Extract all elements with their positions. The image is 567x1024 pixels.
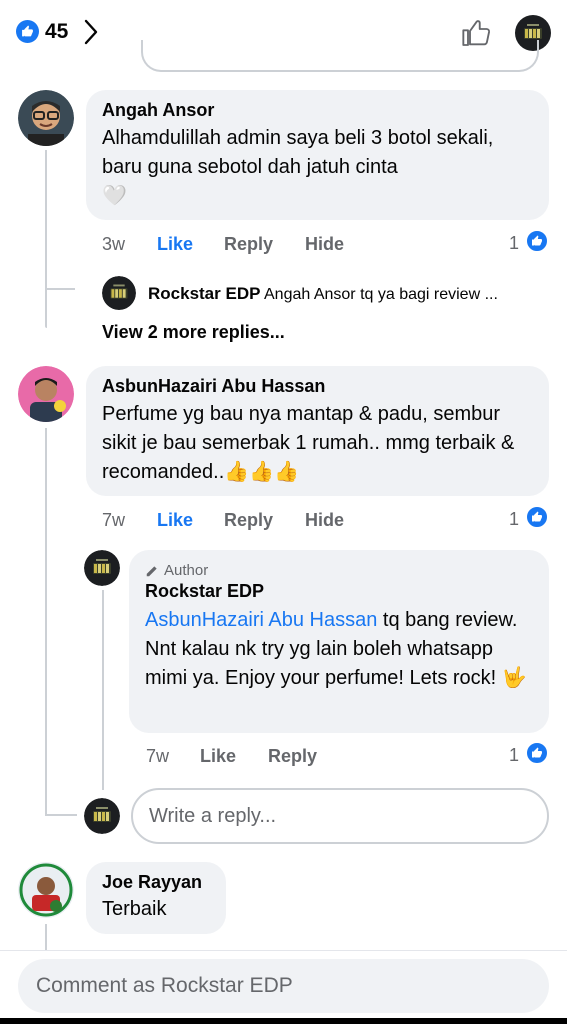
comment-input[interactable]: Comment as Rockstar EDP xyxy=(18,959,549,1013)
hide-button[interactable]: Hide xyxy=(305,234,344,255)
comment-bubble: Angah Ansor Alhamdulillah admin saya bel… xyxy=(86,90,549,220)
like-reaction-icon[interactable] xyxy=(525,229,549,253)
view-more-replies-link[interactable]: View 2 more replies... xyxy=(102,322,285,343)
hide-button[interactable]: Hide xyxy=(305,510,344,531)
avatar[interactable] xyxy=(18,862,74,918)
comment-text: Alhamdulillah admin saya beli 3 botol se… xyxy=(102,127,494,207)
comment-bubble: Joe Rayyan Terbaik xyxy=(86,862,226,934)
comment-time[interactable]: 7w xyxy=(102,510,125,531)
reaction-count[interactable]: 1 xyxy=(509,509,519,530)
avatar[interactable] xyxy=(18,90,74,146)
comment-text: Terbaik xyxy=(102,898,167,920)
reply-input[interactable]: Write a reply... xyxy=(131,788,549,844)
avatar xyxy=(84,798,120,834)
like-reaction-icon xyxy=(16,20,39,43)
comment-time[interactable]: 3w xyxy=(102,234,125,255)
thread-line xyxy=(45,150,47,290)
comment-text: Perfume yg bau nya mantap & padu, sembur… xyxy=(102,403,515,483)
reply-button[interactable]: Reply xyxy=(224,510,273,531)
screen-edge xyxy=(0,1018,567,1024)
reaction-count[interactable]: 1 xyxy=(509,233,519,254)
white-heart-emoji: 🤍 xyxy=(102,185,127,207)
like-button[interactable]: Like xyxy=(200,746,236,767)
avatar[interactable] xyxy=(84,550,120,586)
comment-author[interactable]: AsbunHazairi Abu Hassan xyxy=(102,376,533,397)
reply-text: AsbunHazairi Abu Hassan tq bang review. … xyxy=(145,609,527,689)
reply-time[interactable]: 7w xyxy=(146,746,169,767)
author-badge: Author xyxy=(145,562,533,579)
thread-line xyxy=(45,924,47,950)
comment-author[interactable]: Joe Rayyan xyxy=(102,872,210,893)
like-reaction-icon[interactable] xyxy=(525,505,549,529)
pencil-icon xyxy=(146,565,157,576)
thread-line xyxy=(102,590,104,790)
thread-line xyxy=(45,288,47,328)
thread-connector xyxy=(45,814,77,816)
reaction-count[interactable]: 1 xyxy=(509,745,519,766)
reply-button[interactable]: Reply xyxy=(224,234,273,255)
comment-author[interactable]: Angah Ansor xyxy=(102,100,533,121)
thread-line xyxy=(45,428,47,816)
mention-link[interactable]: AsbunHazairi Abu Hassan xyxy=(145,609,377,631)
like-reaction-icon[interactable] xyxy=(525,741,549,765)
rock-hand-emoji: 🤟 xyxy=(501,667,527,689)
thumbs-up-emoji: 👍👍👍 xyxy=(224,461,300,483)
reply-bubble: Author Rockstar EDP AsbunHazairi Abu Has… xyxy=(129,550,549,733)
reply-preview[interactable]: Rockstar EDP Angah Ansor tq ya bagi revi… xyxy=(148,284,498,304)
reply-author[interactable]: Rockstar EDP xyxy=(145,581,533,602)
previous-reply-input xyxy=(141,40,539,72)
avatar[interactable] xyxy=(18,366,74,422)
chevron-right-icon[interactable] xyxy=(84,19,98,50)
comment-bubble: AsbunHazairi Abu Hassan Perfume yg bau n… xyxy=(86,366,549,496)
reaction-count[interactable]: 45 xyxy=(45,20,68,44)
like-button[interactable]: Like xyxy=(157,234,193,255)
avatar[interactable] xyxy=(102,276,136,310)
like-button[interactable]: Like xyxy=(157,510,193,531)
thread-connector xyxy=(45,288,75,290)
reply-button[interactable]: Reply xyxy=(268,746,317,767)
